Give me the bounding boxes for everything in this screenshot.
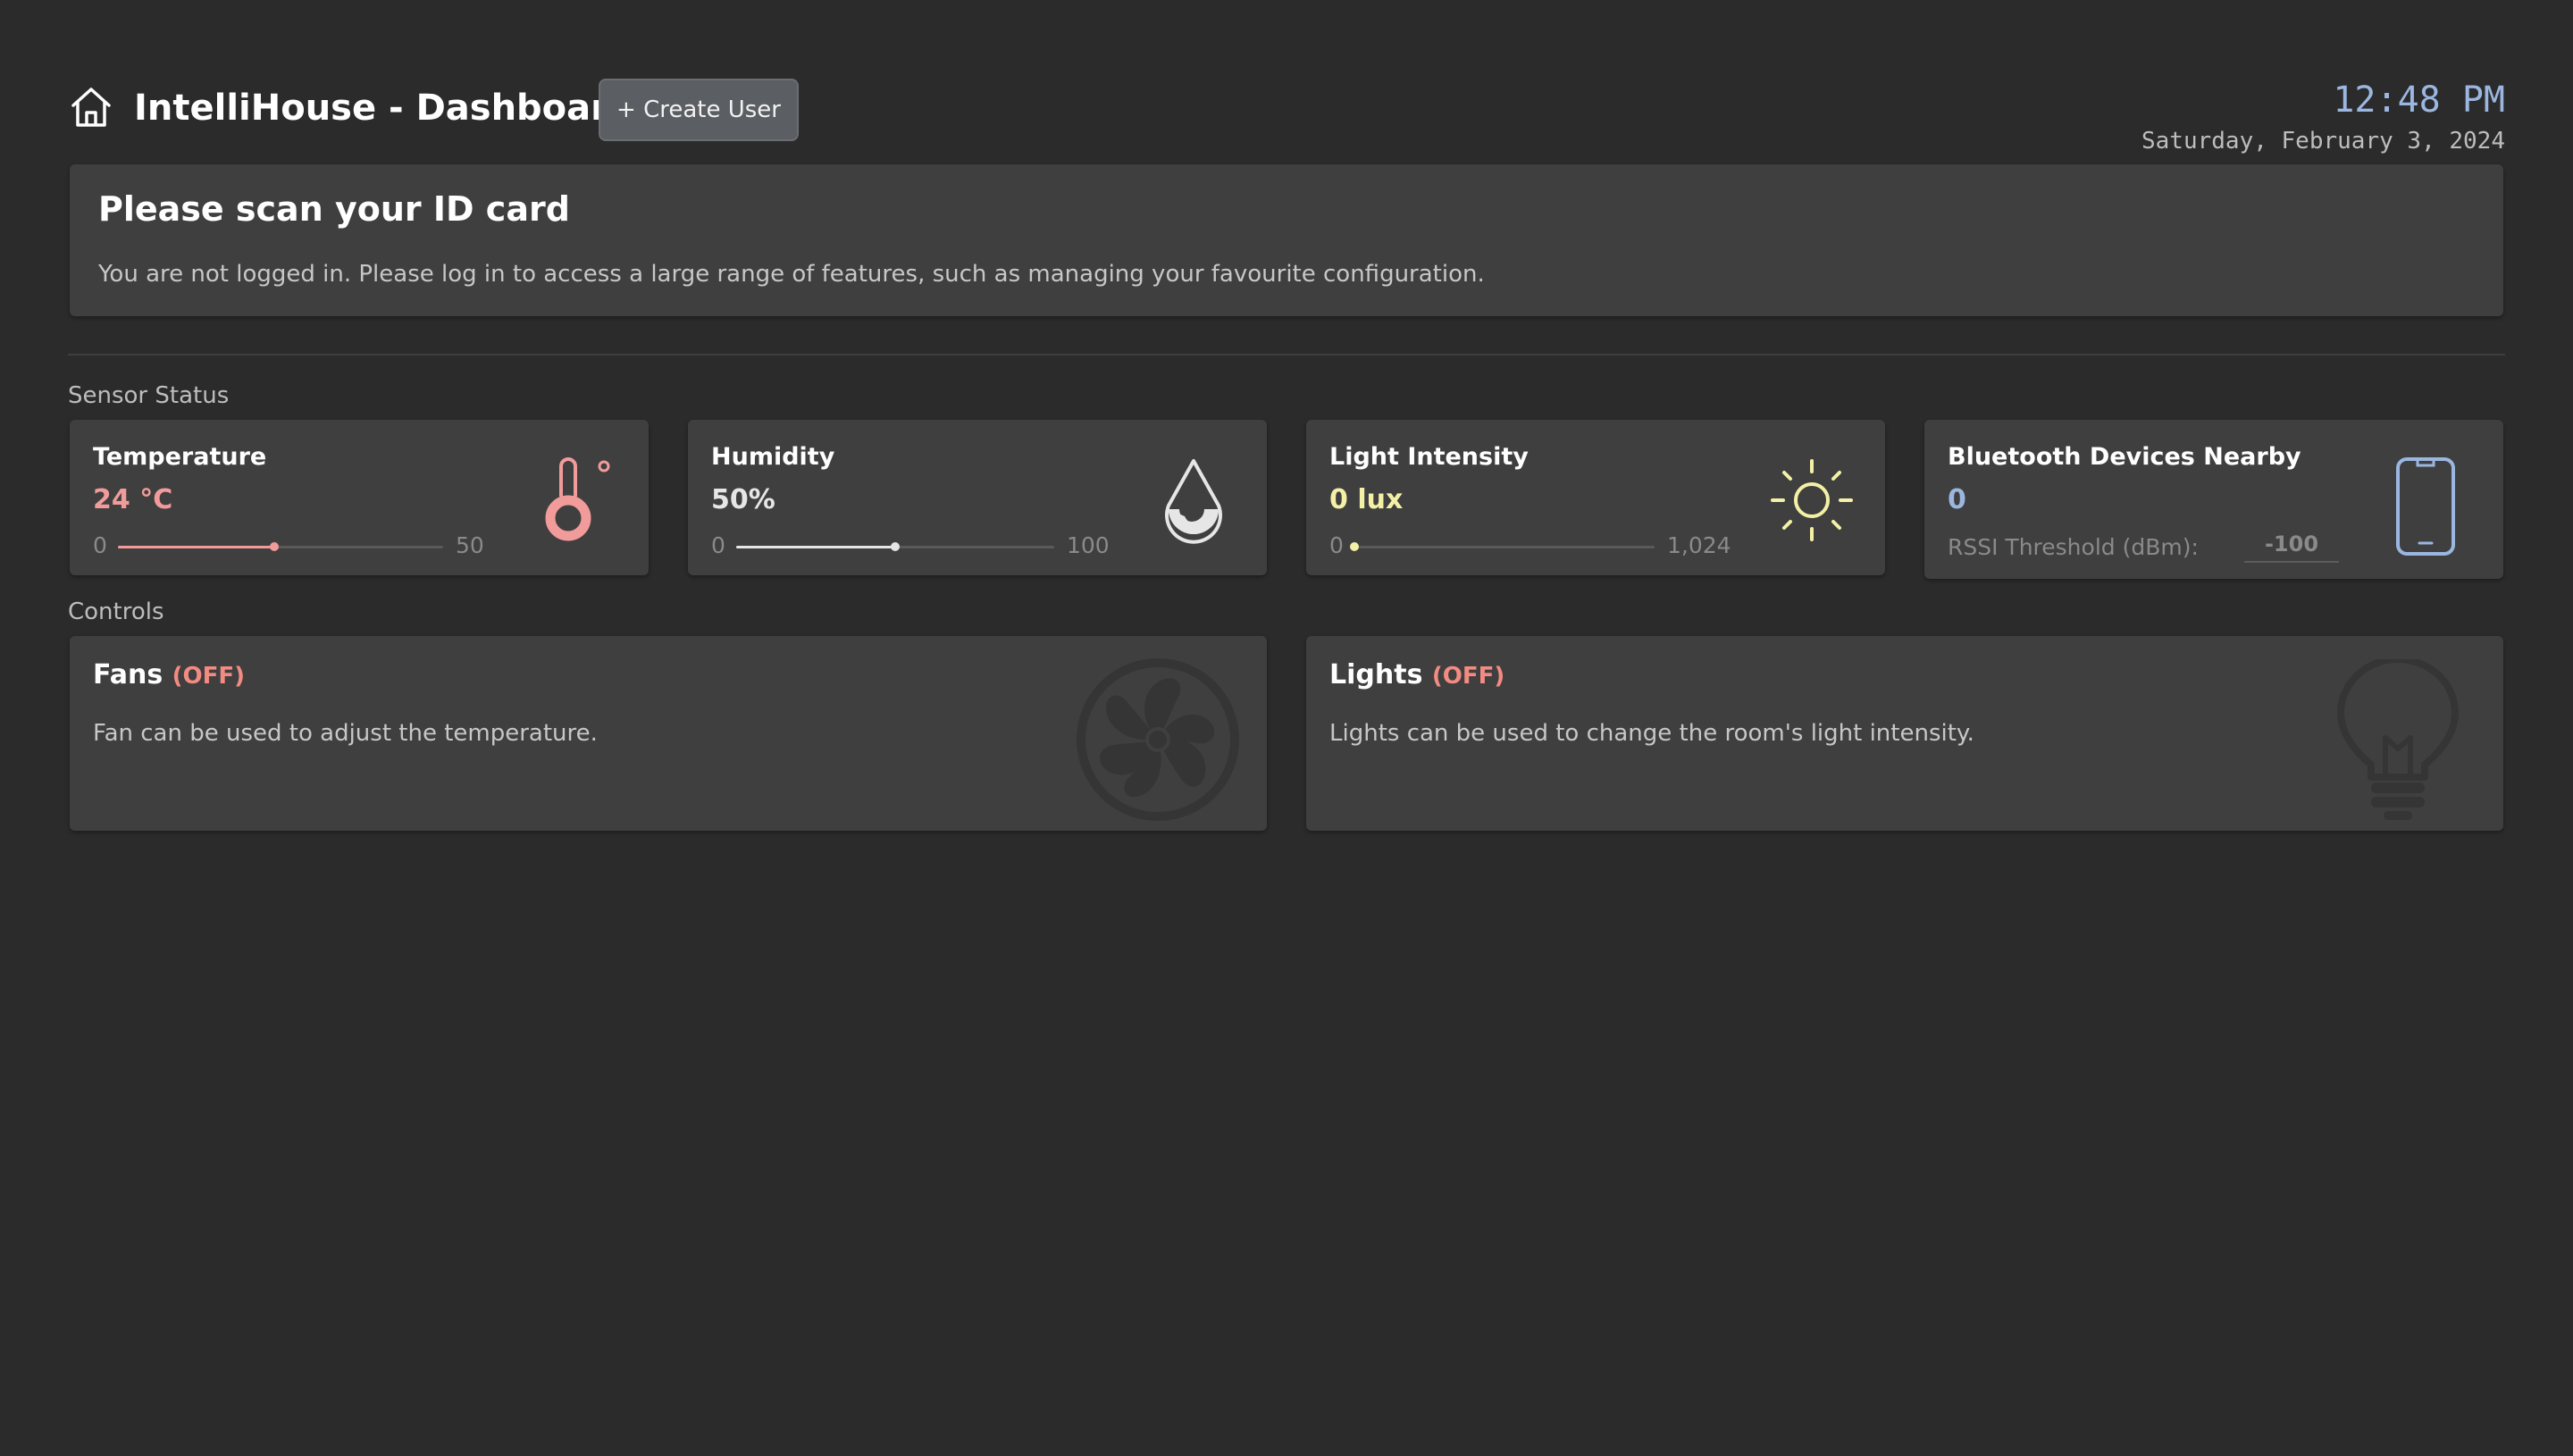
temperature-gauge	[118, 542, 443, 551]
lights-description: Lights can be used to change the room's …	[1329, 720, 1974, 747]
temperature-gauge-fill	[118, 546, 274, 548]
rssi-threshold-label: RSSI Threshold (dBm):	[1948, 534, 2199, 560]
bluetooth-title: Bluetooth Devices Nearby	[1948, 443, 2301, 471]
temperature-card: Temperature 24 °C 0 50	[70, 420, 649, 575]
light-intensity-gauge-thumb	[1350, 542, 1359, 551]
water-drop-icon	[1158, 456, 1229, 552]
clock: 12:48 PM Saturday, February 3, 2024	[2141, 79, 2505, 159]
light-intensity-max: 1,024	[1667, 532, 1731, 558]
lights-title: Lights (OFF)	[1329, 659, 1504, 690]
humidity-gauge	[736, 542, 1054, 551]
light-intensity-min: 0	[1329, 532, 1344, 558]
temperature-gauge-thumb	[269, 542, 279, 551]
rssi-threshold-input[interactable]	[2244, 527, 2339, 563]
bluetooth-devices-count: 0	[1948, 484, 1966, 515]
clock-time: 12:48 PM	[2333, 79, 2505, 121]
humidity-title: Humidity	[711, 443, 835, 471]
page-title: IntelliHouse - Dashboard	[134, 88, 634, 129]
clock-date: Saturday, February 3, 2024	[2141, 128, 2505, 155]
lights-control-card[interactable]: Lights (OFF) Lights can be used to chang…	[1306, 636, 2503, 831]
thermometer-icon	[543, 454, 624, 556]
temperature-title: Temperature	[93, 443, 267, 471]
humidity-value: 50%	[711, 484, 775, 515]
sensor-status-label: Sensor Status	[68, 382, 230, 409]
divider	[68, 354, 2505, 356]
fans-title: Fans (OFF)	[93, 659, 245, 690]
fans-description: Fan can be used to adjust the temperatur…	[93, 720, 598, 747]
fans-name: Fans	[93, 659, 163, 690]
fan-icon	[1074, 656, 1242, 827]
light-bulb-icon	[2335, 656, 2460, 827]
light-intensity-gauge	[1350, 542, 1655, 551]
light-intensity-value: 0 lux	[1329, 484, 1404, 515]
login-title: Please scan your ID card	[98, 189, 570, 229]
humidity-gauge-thumb	[891, 542, 900, 551]
login-notice-card: Please scan your ID card You are not log…	[70, 164, 2503, 316]
fans-control-card[interactable]: Fans (OFF) Fan can be used to adjust the…	[70, 636, 1267, 831]
temperature-max: 50	[456, 532, 484, 558]
controls-label: Controls	[68, 598, 164, 625]
humidity-gauge-fill	[736, 546, 895, 548]
lights-state: (OFF)	[1431, 663, 1505, 690]
login-message: You are not logged in. Please log in to …	[98, 261, 1485, 288]
light-intensity-title: Light Intensity	[1329, 443, 1529, 471]
sun-icon	[1767, 456, 1856, 548]
header: IntelliHouse - Dashboard + Create User 1…	[68, 79, 2505, 164]
dashboard-page: IntelliHouse - Dashboard + Create User 1…	[0, 0, 2573, 1456]
create-user-button[interactable]: + Create User	[599, 79, 799, 141]
home-icon[interactable]	[68, 84, 114, 130]
humidity-card: Humidity 50% 0 100	[688, 420, 1267, 575]
humidity-min: 0	[711, 532, 725, 558]
light-intensity-card: Light Intensity 0 lux 0 1,024	[1306, 420, 1885, 575]
temperature-value: 24 °C	[93, 484, 173, 515]
phone-icon	[2394, 456, 2457, 561]
temperature-min: 0	[93, 532, 107, 558]
fans-state: (OFF)	[172, 663, 246, 690]
lights-name: Lights	[1329, 659, 1423, 690]
bluetooth-card: Bluetooth Devices Nearby 0 RSSI Threshol…	[1924, 420, 2503, 579]
humidity-max: 100	[1067, 532, 1110, 558]
